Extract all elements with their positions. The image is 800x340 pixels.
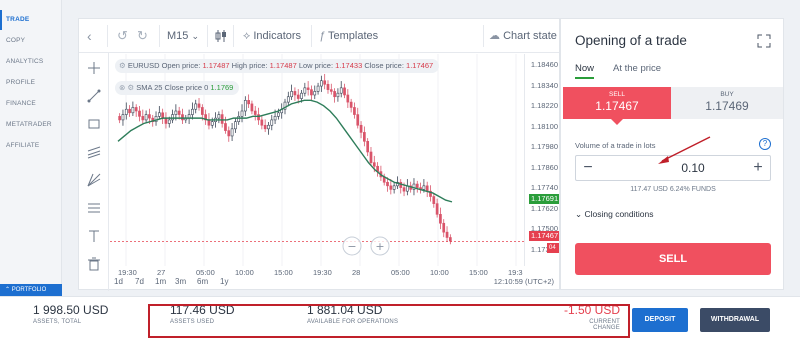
trading-app: TRADE COPY ANALYTICS PROFILE FINANCE MET…	[0, 0, 800, 340]
withdrawal-button[interactable]: WITHDRAWAL	[700, 308, 770, 332]
highlight-frame	[148, 304, 630, 338]
annotation-arrow	[658, 136, 711, 164]
assets-total-caption: ASSETS, TOTAL	[33, 319, 82, 325]
deposit-button[interactable]: DEPOSIT	[632, 308, 688, 332]
assets-total: 1 998.50 USD ASSETS, TOTAL	[33, 303, 108, 325]
assets-total-value: 1 998.50 USD	[33, 303, 109, 317]
